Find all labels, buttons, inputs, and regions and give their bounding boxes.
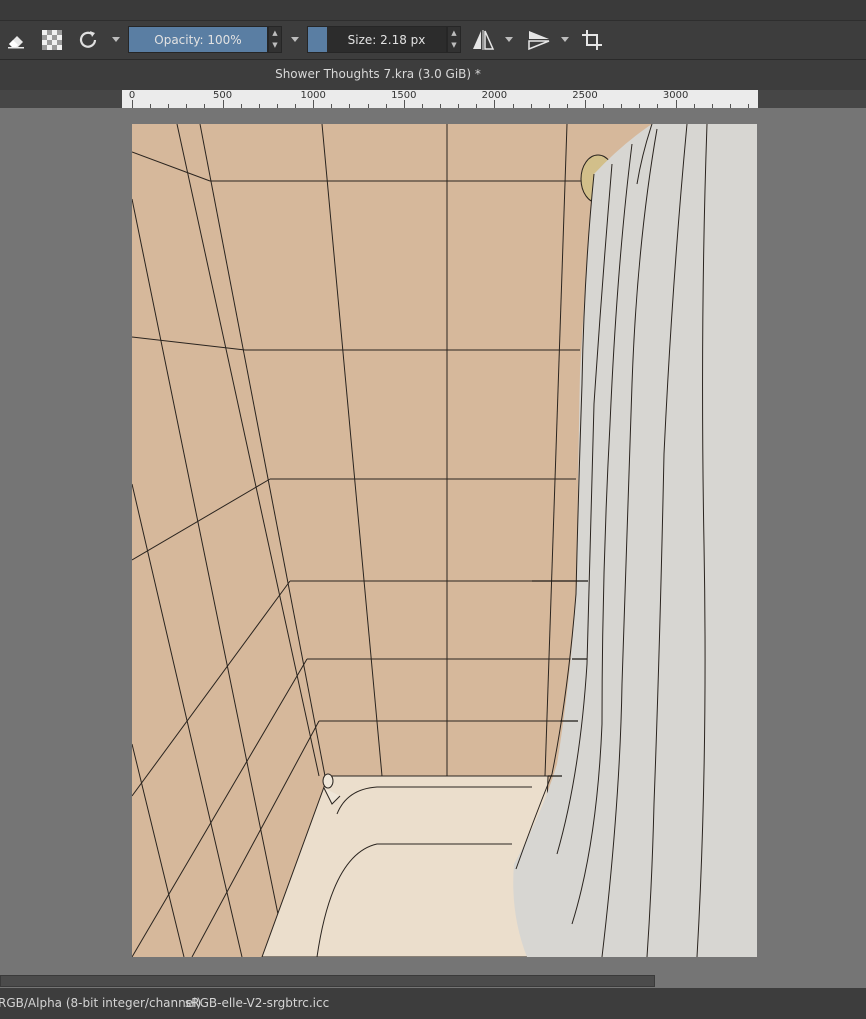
tool-options-bar: Opacity: 100% ▲ ▼ Size: 2.18 px ▲ ▼: [0, 20, 866, 60]
ruler-tick: [748, 104, 750, 108]
mirror-horizontal-icon[interactable]: [471, 28, 495, 52]
ruler-tick: [603, 104, 605, 108]
horizontal-ruler[interactable]: 0 500 1000 1500 2000 2500 3000: [122, 90, 758, 108]
ruler-tick: [295, 104, 297, 108]
ruler-label: 1500: [391, 90, 417, 101]
chevron-down-icon[interactable]: [561, 37, 569, 43]
eraser-icon[interactable]: [4, 28, 28, 52]
ruler-tick: [276, 104, 278, 108]
size-label: Size: 2.18 px: [347, 33, 426, 47]
ruler-tick: [711, 104, 713, 108]
ruler-tick: [132, 100, 133, 108]
size-slider[interactable]: Size: 2.18 px: [307, 26, 447, 53]
ruler-tick: [566, 104, 568, 108]
ruler-tick: [585, 100, 586, 108]
transparency-icon[interactable]: [40, 28, 64, 52]
ruler-tick: [657, 104, 659, 108]
color-profile-label: sRGB-elle-V2-srgbtrc.icc: [185, 996, 330, 1010]
ruler-tick: [385, 104, 387, 108]
chevron-down-icon[interactable]: [291, 37, 299, 43]
document-title: Shower Thoughts 7.kra (3.0 GiB) *: [0, 60, 866, 90]
ruler-label: 500: [213, 90, 233, 101]
ruler-tick: [331, 104, 333, 108]
chevron-down-icon[interactable]: [112, 37, 120, 43]
size-slider-fill: [308, 27, 327, 52]
color-space-label: RGB/Alpha (8-bit integer/channel): [0, 996, 202, 1010]
ruler-tick: [240, 104, 242, 108]
ruler-tick: [222, 100, 224, 108]
reset-icon[interactable]: [76, 28, 100, 52]
ruler-tick: [512, 104, 514, 108]
ruler-tick: [421, 104, 423, 108]
ruler-tick: [204, 104, 206, 108]
ruler-tick: [258, 104, 260, 108]
size-spinner[interactable]: ▲ ▼: [447, 26, 461, 53]
ruler-tick: [621, 104, 623, 108]
ruler-tick: [494, 100, 496, 108]
ruler-tick: [367, 104, 369, 108]
opacity-spinner[interactable]: ▲ ▼: [268, 26, 282, 53]
ruler-tick: [349, 104, 351, 108]
faucet: [322, 773, 334, 789]
ruler-tick: [693, 104, 695, 108]
window-top-strip: [0, 0, 866, 20]
chevron-down-icon[interactable]: [505, 37, 513, 43]
ruler-label: 2000: [481, 90, 508, 101]
opacity-slider[interactable]: Opacity: 100%: [128, 26, 268, 53]
ruler-tick: [150, 104, 152, 108]
ruler-tick: [440, 104, 442, 108]
ruler-tick: [729, 104, 731, 108]
ruler-tick: [548, 104, 550, 108]
drawing-canvas[interactable]: [132, 124, 757, 957]
horizontal-scrollbar[interactable]: [0, 975, 655, 987]
ruler-tick: [458, 104, 460, 108]
ruler-tick: [476, 104, 478, 108]
ruler-tick: [639, 104, 641, 108]
ruler-tick: [168, 104, 170, 108]
ruler-label: 0: [128, 90, 136, 101]
ruler-tick: [675, 100, 677, 108]
mirror-vertical-icon[interactable]: [527, 28, 551, 52]
status-bar: RGB/Alpha (8-bit integer/channel) sRGB-e…: [0, 988, 866, 1019]
ruler-tick: [530, 104, 532, 108]
ruler-label: 1000: [300, 90, 326, 101]
ruler-label: 2500: [572, 90, 598, 101]
ruler-tick: [313, 100, 315, 108]
opacity-label: Opacity: 100%: [154, 33, 242, 47]
ruler-label: 3000: [662, 90, 689, 101]
ruler-tick: [403, 100, 405, 108]
crop-icon[interactable]: [580, 28, 604, 52]
ruler-tick: [186, 104, 188, 108]
